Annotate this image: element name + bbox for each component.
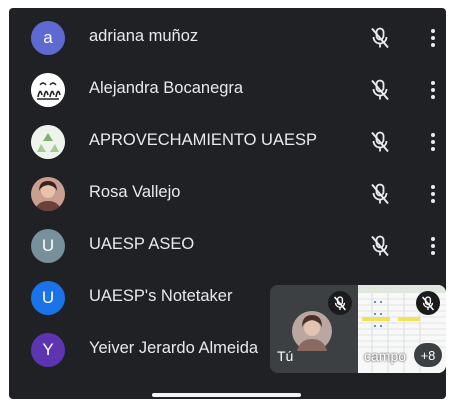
share-label: campo [364,348,407,364]
more-vert-icon[interactable] [423,182,443,206]
more-vert-icon[interactable] [423,234,443,258]
mic-off-badge [416,291,440,315]
profile-photo-icon [31,177,65,211]
participant-name: adriana muñoz [89,27,199,45]
home-indicator[interactable] [152,393,301,397]
participant-name: UAESP's Notetaker [89,287,233,305]
recycle-logo-icon [31,125,65,159]
mic-off-icon[interactable] [370,235,390,257]
avatar: Y [31,333,65,367]
more-vert-icon[interactable] [423,26,443,50]
avatar [31,177,65,211]
participant-row[interactable]: Rosa Vallejo [9,168,446,220]
participant-name: Alejandra Bocanegra [89,79,244,97]
participant-row[interactable]: U UAESP ASEO [9,220,446,272]
mic-off-icon[interactable] [370,183,390,205]
shared-screen-tile[interactable]: campo +8 [358,285,446,373]
self-avatar [292,311,332,351]
participant-row[interactable]: a adriana muñoz [9,12,446,64]
more-vert-icon[interactable] [423,78,443,102]
mic-off-icon[interactable] [370,131,390,153]
participant-name: UAESP ASEO [89,235,195,253]
more-vert-icon[interactable] [423,130,443,154]
self-video-tile[interactable]: Tú [270,285,358,373]
participant-count-badge[interactable]: +8 [414,343,442,367]
participant-name: APROVECHAMIENTO UAESP [89,131,317,149]
self-label: Tú [277,348,294,364]
avatar: a [31,21,65,55]
mic-off-icon[interactable] [370,79,390,101]
video-tiles[interactable]: Tú campo +8 [270,285,446,373]
participant-name: Yeiver Jerardo Almeida [89,339,259,357]
avatar-illustration [31,73,65,107]
avatar: U [31,281,65,315]
mic-off-icon[interactable] [370,27,390,49]
mic-off-badge [328,291,352,315]
mic-off-icon [333,295,347,310]
participant-row[interactable]: Alejandra Bocanegra [9,64,446,116]
participant-row[interactable]: APROVECHAMIENTO UAESP [9,116,446,168]
avatar [31,125,65,159]
avatar [31,73,65,107]
mic-off-icon [421,295,435,310]
participant-name: Rosa Vallejo [89,183,181,201]
avatar: U [31,229,65,263]
